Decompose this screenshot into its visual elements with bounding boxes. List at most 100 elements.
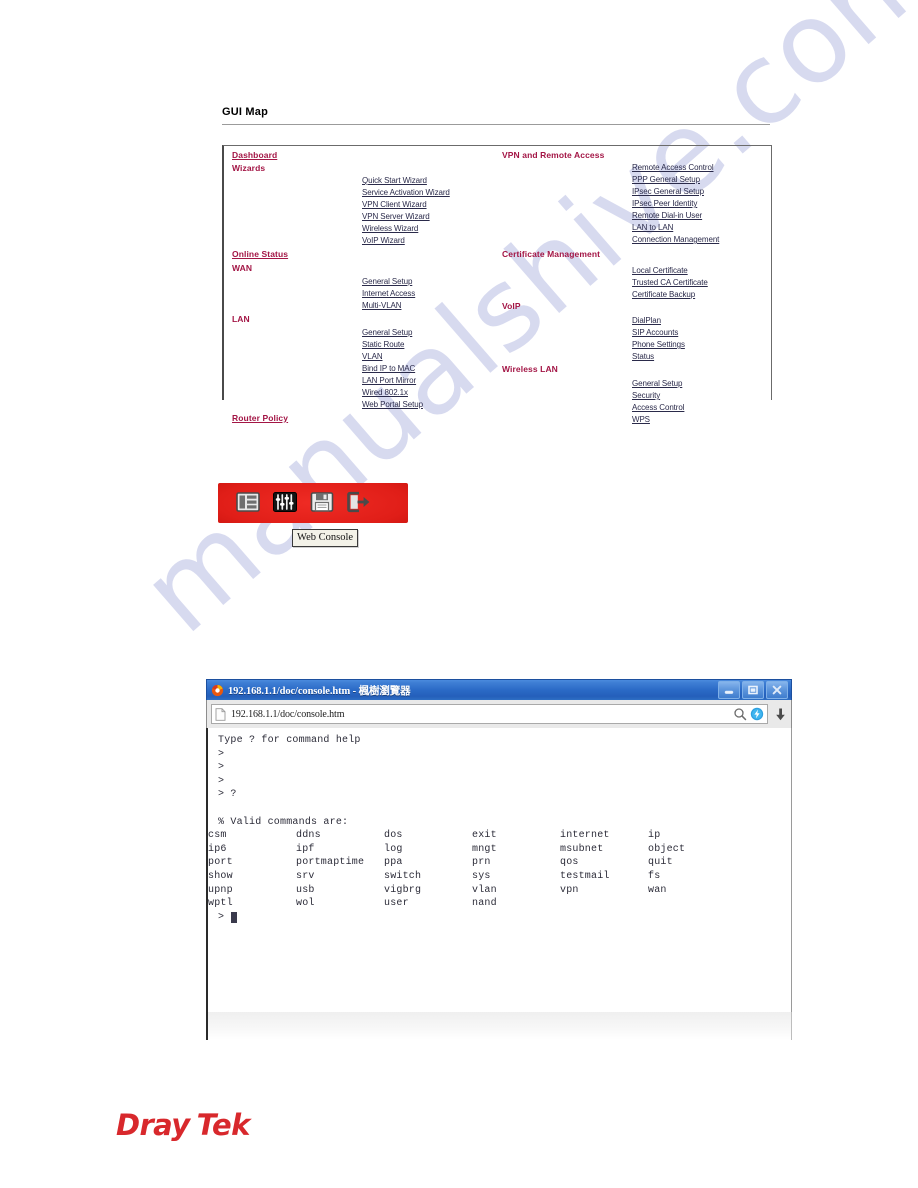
console-command-cell: mngt [472, 843, 497, 855]
console-command-row: csm ddns dos exit internet ip [208, 829, 736, 843]
console-command-cell: show [208, 870, 233, 882]
web-console-icon[interactable] [272, 490, 298, 514]
close-button[interactable] [766, 681, 788, 699]
console-command-cell: qos [560, 857, 579, 869]
console-command-cell: ddns [296, 830, 321, 842]
guimap-link[interactable]: General Setup [362, 277, 412, 286]
minimize-button[interactable] [718, 681, 740, 699]
console-command-cell: ip6 [208, 843, 227, 855]
tooltip-web-console: Web Console [292, 529, 359, 547]
guimap-heading[interactable]: Online Status [232, 249, 288, 259]
lightning-bolt-icon[interactable] [750, 707, 764, 721]
console-command-cell [560, 897, 648, 911]
guimap-link[interactable]: IPsec General Setup [632, 187, 704, 196]
console-prompt-line[interactable]: > [208, 911, 791, 925]
guimap-link[interactable]: Multi-VLAN [362, 301, 402, 310]
browser-url-text: 192.168.1.1/doc/console.htm [231, 708, 345, 720]
guimap-link[interactable]: LAN Port Mirror [362, 376, 416, 385]
guimap-link[interactable]: VoIP Wizard [362, 236, 405, 245]
console-command-cell: usb [296, 884, 315, 896]
save-config-icon[interactable] [309, 490, 335, 514]
guimap-link[interactable]: General Setup [632, 379, 682, 388]
browser-content-area: Type ? for command help > > > > ? % Vali… [206, 728, 792, 1039]
page-document-icon [215, 707, 226, 721]
console-command-cell: ppa [384, 857, 403, 869]
console-command-cell: wan [648, 884, 667, 896]
guimap-heading: Wizards [232, 163, 266, 173]
console-command-cell: internet [560, 830, 610, 842]
guimap-heading[interactable]: Router Policy [232, 413, 288, 423]
download-arrow-icon[interactable] [774, 707, 787, 722]
guimap-link[interactable]: SIP Accounts [632, 328, 678, 337]
guimap-link[interactable]: Wireless Wizard [362, 224, 418, 233]
guimap-link[interactable]: WPS [632, 415, 650, 424]
console-command-cell: nand [472, 898, 497, 910]
guimap-heading[interactable]: Dashboard [232, 150, 277, 160]
router-toolbar: Web Console [218, 478, 408, 547]
browser-toolbar: 192.168.1.1/doc/console.htm [206, 700, 792, 728]
console-command-row: show srv switch sys testmail fs [208, 870, 736, 884]
guimap-link[interactable]: Status [632, 352, 654, 361]
guimap-link[interactable]: Internet Access [362, 289, 415, 298]
guimap-link[interactable]: Static Route [362, 340, 404, 349]
console-command-cell: vpn [560, 884, 579, 896]
console-command-cell: srv [296, 870, 315, 882]
guimap-link[interactable]: DialPlan [632, 316, 661, 325]
guimap-link[interactable]: Quick Start Wizard [362, 176, 427, 185]
guimap-link[interactable]: Remote Access Control [632, 163, 714, 172]
guimap-link[interactable]: IPsec Peer Identity [632, 199, 697, 208]
guimap-link[interactable]: VLAN [362, 352, 383, 361]
window-controls [718, 681, 789, 699]
logout-icon[interactable] [346, 490, 372, 514]
guimap-link[interactable]: Phone Settings [632, 340, 685, 349]
console-command-cell: vigbrg [384, 884, 422, 896]
console-command-cell [648, 897, 736, 911]
guimap-link[interactable]: Access Control [632, 403, 685, 412]
console-command-cell: msubnet [560, 843, 604, 855]
draytek-logo-part1: Dray [116, 1108, 190, 1142]
guimap-link[interactable]: Wired 802.1x [362, 388, 408, 397]
guimap-link[interactable]: General Setup [362, 328, 412, 337]
guimap-link[interactable]: VPN Client Wizard [362, 200, 427, 209]
guimap-link[interactable]: Web Portal Setup [362, 400, 423, 409]
guimap-link[interactable]: VPN Server Wizard [362, 212, 430, 221]
guimap-link[interactable]: Connection Management [632, 235, 719, 244]
guimap-link[interactable]: Security [632, 391, 660, 400]
console-command-cell: fs [648, 870, 661, 882]
guimap-title-divider [222, 124, 770, 125]
draytek-logo-part2: Tek [196, 1108, 251, 1142]
console-cursor [231, 912, 238, 924]
console-command-cell: ip [648, 830, 661, 842]
guimap-link[interactable]: Certificate Backup [632, 290, 695, 299]
guimap-link[interactable]: PPP General Setup [632, 175, 700, 184]
guimap-link[interactable]: Trusted CA Certificate [632, 278, 708, 287]
console-command-cell: sys [472, 870, 491, 882]
console-command-row: wptl wol user nand [208, 897, 736, 911]
guimap-link[interactable]: LAN to LAN [632, 223, 673, 232]
browser-address-bar[interactable]: 192.168.1.1/doc/console.htm [211, 704, 768, 724]
console-command-cell: exit [472, 830, 497, 842]
guimap-link[interactable]: Bind IP to MAC [362, 364, 415, 373]
console-command-cell: log [384, 843, 403, 855]
console-command-cell: port [208, 857, 233, 869]
console-command-cell: quit [648, 857, 673, 869]
guimap-link[interactable]: Remote Dial-in User [632, 211, 702, 220]
console-command-cell: dos [384, 830, 403, 842]
console-command-table: csm ddns dos exit internet ip ip6 ipf log mngt msu… [208, 829, 736, 911]
guimap-link[interactable]: Local Certificate [632, 266, 688, 275]
browser-titlebar: 192.168.1.1/doc/console.htm - 楓樹瀏覽器 [206, 679, 792, 700]
console-command-row: port portmaptime ppa prn qos quit [208, 856, 736, 870]
console-command-cell: vlan [472, 884, 497, 896]
guimap-title: GUI Map [222, 106, 269, 118]
browser-favicon [211, 684, 224, 697]
console-command-cell: csm [208, 830, 227, 842]
console-command-cell: wol [296, 898, 315, 910]
console-command-cell: upnp [208, 884, 233, 896]
console-command-cell: portmaptime [296, 857, 365, 869]
browser-bottom-fade [206, 1012, 792, 1040]
guimap-link[interactable]: Service Activation Wizard [362, 188, 450, 197]
gui-map-icon[interactable] [235, 490, 261, 514]
search-icon[interactable] [733, 707, 747, 721]
maximize-button[interactable] [742, 681, 764, 699]
guimap-heading: LAN [232, 314, 250, 324]
